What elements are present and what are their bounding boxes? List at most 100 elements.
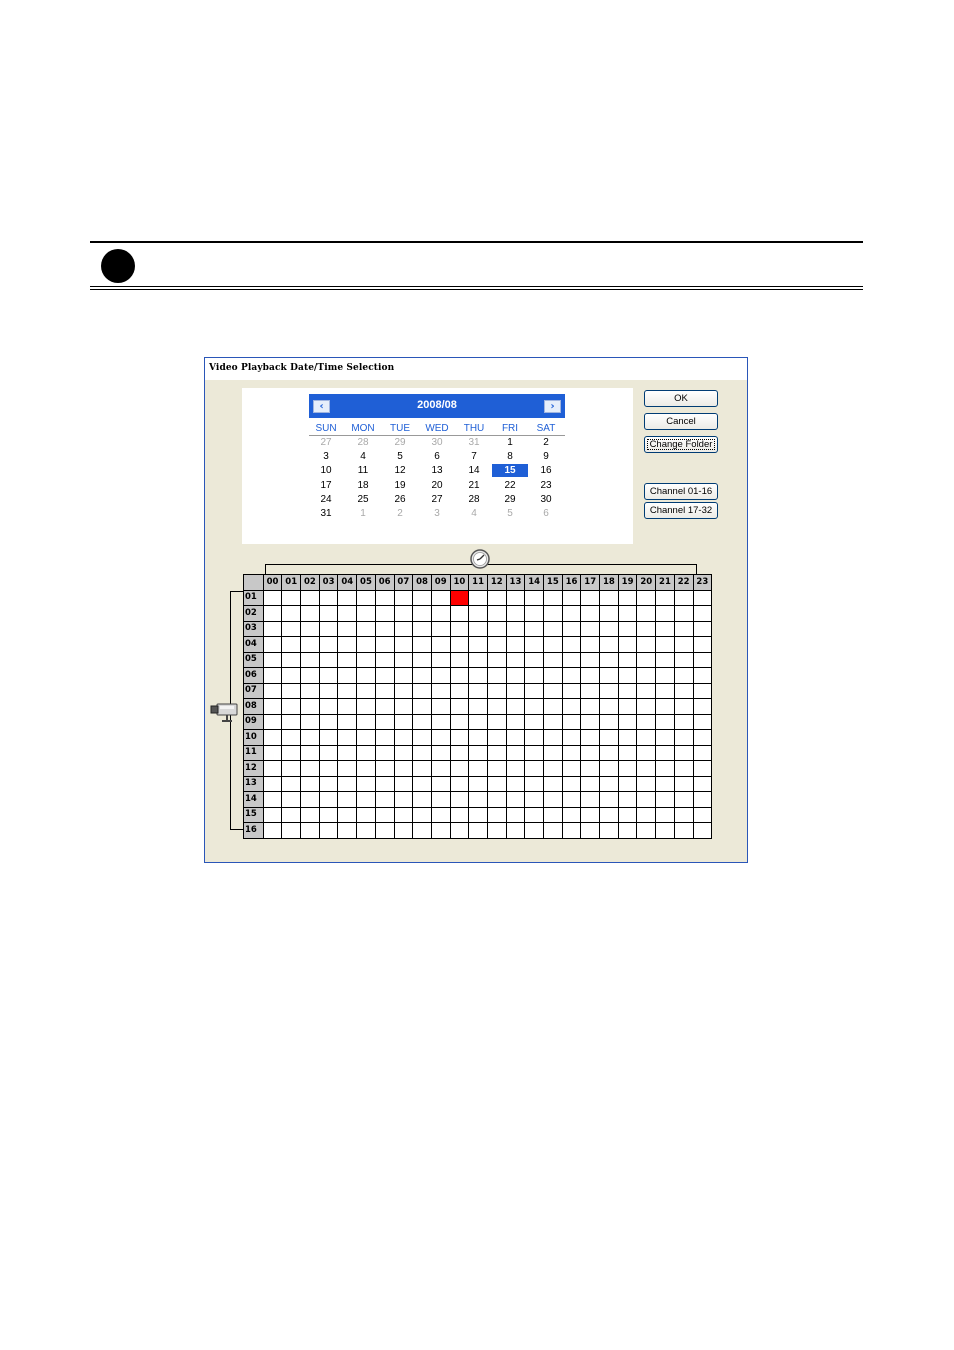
- schedule-slot[interactable]: [300, 667, 320, 684]
- schedule-slot[interactable]: [561, 605, 582, 622]
- schedule-slot[interactable]: [655, 744, 675, 761]
- schedule-slot[interactable]: [374, 636, 395, 653]
- schedule-slot[interactable]: [486, 822, 507, 839]
- schedule-slot[interactable]: [543, 589, 563, 606]
- calendar-day[interactable]: 10: [308, 464, 344, 477]
- schedule-slot[interactable]: [449, 682, 470, 699]
- schedule-slot[interactable]: [524, 620, 544, 637]
- channel-header[interactable]: 10: [243, 729, 264, 746]
- schedule-slot[interactable]: [412, 636, 432, 653]
- schedule-slot[interactable]: [337, 791, 358, 808]
- schedule-slot[interactable]: [505, 729, 526, 746]
- schedule-slot[interactable]: [318, 822, 339, 839]
- schedule-slot[interactable]: [337, 667, 358, 684]
- schedule-slot[interactable]: [356, 729, 376, 746]
- schedule-slot[interactable]: [617, 589, 638, 606]
- schedule-slot[interactable]: [300, 713, 320, 730]
- schedule-slot[interactable]: [412, 620, 432, 637]
- schedule-slot[interactable]: [318, 713, 339, 730]
- schedule-slot[interactable]: [617, 698, 638, 715]
- calendar-day[interactable]: 1: [492, 436, 528, 449]
- calendar-day[interactable]: 14: [456, 464, 492, 477]
- schedule-slot[interactable]: [300, 651, 320, 668]
- schedule-slot[interactable]: [505, 636, 526, 653]
- hour-header[interactable]: 19: [617, 574, 638, 591]
- channel-header[interactable]: 12: [243, 760, 264, 777]
- schedule-slot[interactable]: [580, 744, 601, 761]
- schedule-slot[interactable]: [430, 760, 451, 777]
- channel-header[interactable]: 14: [243, 791, 264, 808]
- dialog-titlebar[interactable]: Video Playback Date/Time Selection: [205, 358, 747, 380]
- schedule-slot[interactable]: [262, 651, 283, 668]
- schedule-slot[interactable]: [281, 822, 302, 839]
- schedule-slot[interactable]: [430, 667, 451, 684]
- channel-header[interactable]: 04: [243, 636, 264, 653]
- schedule-slot[interactable]: [449, 791, 470, 808]
- channel-header[interactable]: 02: [243, 605, 264, 622]
- schedule-slot[interactable]: [599, 620, 619, 637]
- schedule-slot[interactable]: [692, 605, 713, 622]
- schedule-slot[interactable]: [636, 651, 657, 668]
- schedule-slot[interactable]: [599, 589, 619, 606]
- schedule-slot[interactable]: [449, 744, 470, 761]
- schedule-slot[interactable]: [617, 729, 638, 746]
- schedule-slot[interactable]: [262, 605, 283, 622]
- schedule-slot[interactable]: [561, 791, 582, 808]
- schedule-slot[interactable]: [580, 760, 601, 777]
- schedule-slot[interactable]: [486, 651, 507, 668]
- channel-header[interactable]: 11: [243, 744, 264, 761]
- schedule-slot[interactable]: [449, 713, 470, 730]
- calendar-day[interactable]: 5: [382, 450, 418, 463]
- schedule-slot[interactable]: [655, 698, 675, 715]
- schedule-slot[interactable]: [393, 806, 414, 823]
- schedule-slot[interactable]: [561, 775, 582, 792]
- schedule-slot[interactable]: [580, 698, 601, 715]
- schedule-slot[interactable]: [430, 698, 451, 715]
- calendar-day[interactable]: 11: [345, 464, 381, 477]
- schedule-slot[interactable]: [599, 651, 619, 668]
- schedule-slot[interactable]: [673, 713, 694, 730]
- schedule-slot[interactable]: [486, 589, 507, 606]
- schedule-slot[interactable]: [393, 636, 414, 653]
- schedule-slot[interactable]: [486, 806, 507, 823]
- schedule-slot[interactable]: [356, 822, 376, 839]
- schedule-slot[interactable]: [543, 775, 563, 792]
- schedule-slot[interactable]: [692, 698, 713, 715]
- schedule-slot[interactable]: [412, 682, 432, 699]
- schedule-slot[interactable]: [561, 682, 582, 699]
- schedule-slot[interactable]: [374, 589, 395, 606]
- schedule-slot[interactable]: [356, 791, 376, 808]
- schedule-slot[interactable]: [524, 605, 544, 622]
- schedule-slot[interactable]: [599, 682, 619, 699]
- schedule-slot[interactable]: [468, 589, 488, 606]
- schedule-slot[interactable]: [393, 682, 414, 699]
- schedule-slot[interactable]: [580, 822, 601, 839]
- schedule-slot[interactable]: [300, 729, 320, 746]
- schedule-slot[interactable]: [300, 636, 320, 653]
- schedule-slot[interactable]: [580, 667, 601, 684]
- schedule-slot[interactable]: [337, 806, 358, 823]
- schedule-slot[interactable]: [636, 729, 657, 746]
- schedule-slot[interactable]: [580, 605, 601, 622]
- schedule-slot[interactable]: [655, 760, 675, 777]
- schedule-slot[interactable]: [393, 791, 414, 808]
- schedule-slot[interactable]: [617, 636, 638, 653]
- schedule-slot[interactable]: [449, 636, 470, 653]
- schedule-slot[interactable]: [486, 713, 507, 730]
- schedule-slot[interactable]: [599, 791, 619, 808]
- schedule-slot[interactable]: [318, 775, 339, 792]
- schedule-slot[interactable]: [281, 806, 302, 823]
- schedule-slot[interactable]: [636, 806, 657, 823]
- schedule-slot[interactable]: [486, 775, 507, 792]
- schedule-slot[interactable]: [374, 651, 395, 668]
- schedule-slot[interactable]: [599, 729, 619, 746]
- schedule-slot[interactable]: [655, 775, 675, 792]
- schedule-slot[interactable]: [617, 713, 638, 730]
- channel-header[interactable]: 08: [243, 698, 264, 715]
- hour-header[interactable]: 10: [449, 574, 470, 591]
- recorded-slot[interactable]: [449, 589, 470, 606]
- schedule-slot[interactable]: [505, 667, 526, 684]
- hour-header[interactable]: 12: [486, 574, 507, 591]
- schedule-slot[interactable]: [412, 822, 432, 839]
- calendar-day[interactable]: 6: [528, 507, 564, 520]
